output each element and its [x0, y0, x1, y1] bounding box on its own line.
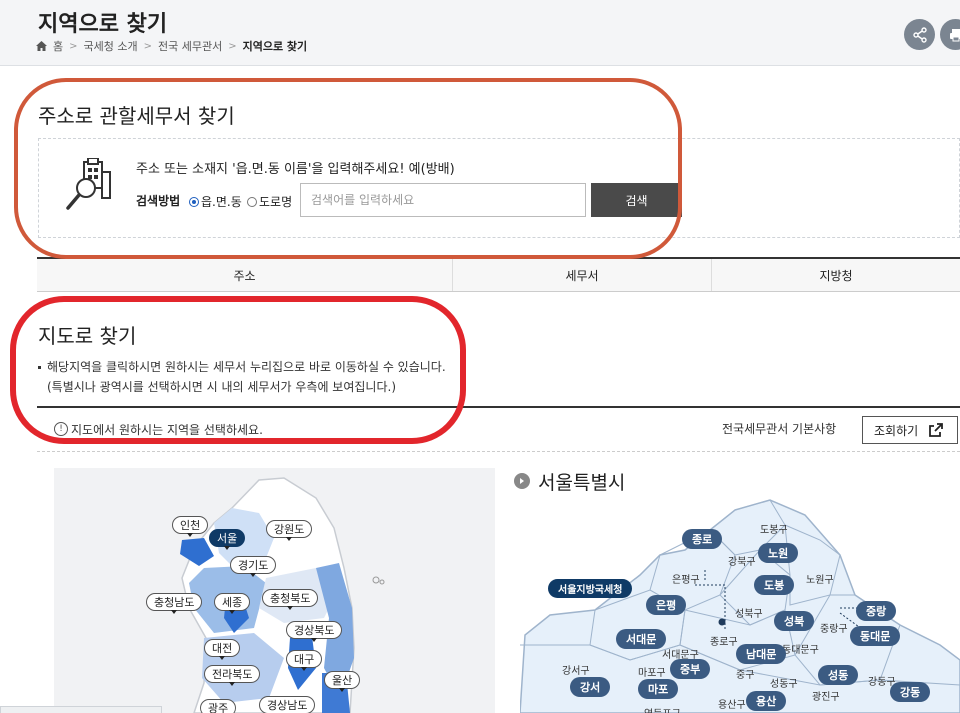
search-button[interactable]: 검색	[591, 183, 682, 217]
region-ulsan[interactable]: 울산	[324, 671, 361, 692]
nts-basic-info-label: 전국세무관서 기본사항	[722, 422, 837, 436]
info-icon: !	[54, 422, 68, 436]
region-gyeongnam[interactable]: 경상남도	[259, 696, 316, 713]
address-search-input[interactable]	[300, 183, 586, 217]
district-jungnang: 중랑구	[820, 624, 848, 635]
region-gangwon[interactable]: 강원도	[266, 520, 313, 541]
play-circle-icon	[514, 473, 530, 489]
district-jongno: 종로구	[710, 637, 738, 648]
district-gwangjin: 광진구	[812, 692, 840, 703]
breadcrumb: 홈 > 국세청 소개 > 전국 세무관서 > 지역으로 찾기	[36, 38, 307, 54]
office-gangseo[interactable]: 강서	[570, 677, 611, 697]
district-gangseo: 강서구	[562, 666, 590, 677]
district-jung: 중구	[736, 670, 755, 681]
map-desc-line1: 해당지역을 클릭하시면 원하시는 세무서 누리집으로 바로 이동하실 수 있습니…	[47, 360, 446, 374]
breadcrumb-home[interactable]: 홈	[53, 38, 63, 54]
column-regional-office: 지방청	[819, 268, 853, 283]
district-gangbuk: 강북구	[728, 557, 756, 568]
map-hint-text: 지도에서 원하시는 지역을 선택하세요.	[71, 423, 263, 437]
region-sejong[interactable]: 세종	[214, 593, 251, 614]
district-seongdong: 성동구	[770, 679, 798, 690]
office-seodaemun[interactable]: 서대문	[616, 629, 667, 649]
radio-unselected-icon	[247, 196, 257, 207]
print-icon	[949, 28, 960, 41]
office-yongsan[interactable]: 용산	[746, 691, 787, 711]
district-dongdaemun: 동대문구	[782, 645, 819, 656]
office-dobong[interactable]: 도봉	[754, 575, 795, 595]
bullet-icon	[38, 366, 41, 369]
district-seongbuk: 성북구	[735, 609, 763, 620]
map-desc-line2: (특별시나 광역시를 선택하시면 시 내의 세무서가 우측에 보여집니다.)	[47, 380, 397, 394]
office-namdaemun[interactable]: 남대문	[736, 644, 787, 664]
external-link-icon	[929, 423, 944, 437]
home-icon[interactable]	[36, 41, 47, 51]
chevron-right-icon: >	[69, 40, 78, 52]
office-eunpyeong[interactable]: 은평	[646, 595, 687, 615]
region-incheon[interactable]: 인천	[172, 516, 209, 537]
district-dobong: 도봉구	[760, 525, 788, 536]
seoul-regional-office-tag[interactable]: 서울지방국세청	[548, 579, 633, 598]
search-method-label: 검색방법	[136, 194, 181, 208]
region-gyeongbuk[interactable]: 경상북도	[286, 621, 343, 642]
office-jungnang[interactable]: 중랑	[856, 601, 897, 621]
district-nowon: 노원구	[806, 575, 834, 586]
seoul-title: 서울특별시	[538, 472, 626, 494]
office-seongdong[interactable]: 성동	[818, 665, 859, 685]
district-mapo: 마포구	[638, 668, 666, 679]
address-guide-text: 주소 또는 소재지 '읍.면.동 이름'을 입력해주세요! 예(방배)	[136, 162, 455, 177]
korea-map[interactable]: 인천 서울 강원도 경기도 충청남도 세종 충청북도 경상북도 대전 대구 전라…	[54, 468, 495, 713]
status-bar	[0, 706, 162, 713]
view-button[interactable]: 조회하기	[862, 416, 958, 444]
chevron-right-icon: >	[228, 40, 237, 52]
share-icon	[912, 26, 927, 43]
district-yeongdeungpo: 영등포구	[644, 705, 681, 713]
chevron-right-icon: >	[143, 40, 153, 52]
map-search-title: 지도로 찾기	[38, 324, 137, 348]
region-daegu[interactable]: 대구	[286, 650, 323, 671]
office-jungbu[interactable]: 중부	[670, 659, 711, 679]
region-chungbuk[interactable]: 충청북도	[262, 589, 319, 610]
document-search-icon	[66, 158, 111, 210]
radio-eup-myeon-dong[interactable]: 읍.면.동	[189, 193, 242, 210]
region-jeonbuk[interactable]: 전라북도	[204, 665, 261, 686]
share-button[interactable]	[904, 19, 935, 50]
page-title: 지역으로 찾기	[38, 12, 168, 37]
office-nowon[interactable]: 노원	[758, 543, 799, 563]
office-gangdong[interactable]: 강동	[890, 682, 931, 702]
page-header: 지역으로 찾기 홈 > 국세청 소개 > 전국 세무관서 > 지역으로 찾기	[0, 0, 960, 66]
seoul-map[interactable]: 도봉구 강북구 노원구 은평구 성북구 중랑구 종로구 동대문구 서대문구 중구…	[520, 495, 960, 713]
print-button[interactable]	[940, 19, 960, 50]
region-gwangju[interactable]: 광주	[200, 699, 237, 713]
district-eunpyeong: 은평구	[672, 575, 700, 586]
office-jongno[interactable]: 종로	[682, 529, 723, 549]
district-yongsan: 용산구	[718, 700, 746, 711]
region-chungnam[interactable]: 충청남도	[146, 593, 203, 614]
address-search-title: 주소로 관할세무서 찾기	[38, 104, 235, 128]
region-gyeonggi[interactable]: 경기도	[230, 556, 277, 577]
office-seongbuk[interactable]: 성북	[774, 611, 815, 631]
office-dongdaemun[interactable]: 동대문	[850, 626, 901, 646]
radio-selected-icon	[189, 196, 199, 207]
breadcrumb-nts-intro[interactable]: 국세청 소개	[84, 38, 138, 54]
column-tax-office: 세무서	[453, 259, 712, 291]
breadcrumb-current: 지역으로 찾기	[242, 40, 308, 53]
breadcrumb-tax-offices[interactable]: 전국 세무관서	[158, 38, 222, 54]
radio-road-name[interactable]: 도로명	[247, 193, 292, 210]
region-seoul[interactable]: 서울	[209, 529, 246, 550]
office-mapo[interactable]: 마포	[638, 679, 679, 699]
region-daejeon[interactable]: 대전	[204, 639, 241, 660]
column-address: 주소	[37, 259, 453, 291]
result-table-header: 주소 세무서 지방청	[37, 257, 960, 292]
